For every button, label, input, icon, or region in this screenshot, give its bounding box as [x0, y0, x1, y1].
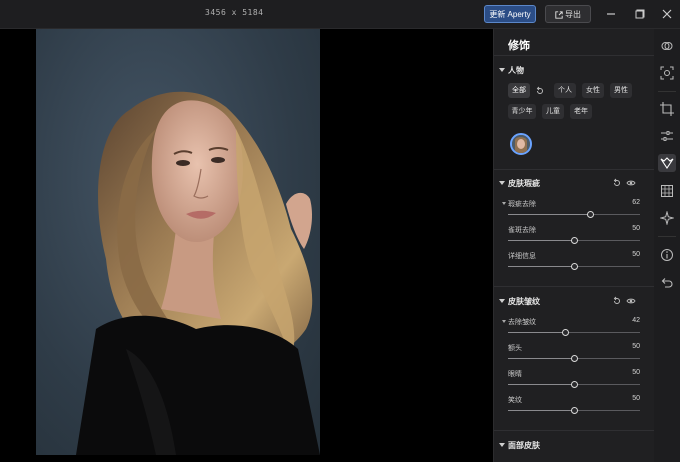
collapse-caret-icon[interactable]: [499, 68, 505, 72]
slider-label-eyes: 眼睛: [508, 371, 522, 378]
slider-thumb[interactable]: [571, 263, 578, 270]
slider-freckle-removal[interactable]: [508, 237, 640, 244]
reset-icon[interactable]: [612, 178, 622, 188]
slider-value-forehead[interactable]: 50: [632, 343, 640, 350]
slider-smile-lines[interactable]: [508, 407, 640, 414]
face-detect-icon[interactable]: [660, 66, 674, 80]
export-icon: [555, 11, 563, 19]
divider: [494, 286, 654, 287]
slider-wrinkle-removal[interactable]: [508, 329, 640, 336]
divider: [658, 91, 676, 92]
portrait-illustration: [76, 91, 320, 455]
slider-value-wrinkle-removal[interactable]: 42: [632, 317, 640, 324]
slider-label-wrinkle-removal: 去除皱纹: [508, 319, 536, 326]
adjustments-icon[interactable]: [660, 129, 674, 143]
visibility-eye-icon[interactable]: [626, 178, 636, 188]
slider-value-freckle-removal[interactable]: 50: [632, 225, 640, 232]
image-canvas[interactable]: [0, 29, 493, 462]
close-icon[interactable]: [660, 7, 674, 21]
filter-child[interactable]: 儿童: [542, 104, 564, 119]
divider: [494, 430, 654, 431]
slider-blemish-removal[interactable]: [508, 211, 640, 218]
restore-icon[interactable]: [633, 7, 647, 21]
slider-thumb[interactable]: [571, 407, 578, 414]
section-title-face-skin: 面部皮肤: [508, 441, 540, 450]
slider-eyes[interactable]: [508, 381, 640, 388]
portrait-photo: [36, 29, 320, 455]
collapse-caret-icon[interactable]: [499, 443, 505, 447]
slider-label-detail: 详细信息: [508, 253, 536, 260]
filter-female[interactable]: 女性: [582, 83, 604, 98]
filter-male[interactable]: 男性: [610, 83, 632, 98]
magic-sparkle-icon[interactable]: [660, 211, 674, 225]
export-label: 导出: [565, 10, 581, 19]
export-button[interactable]: 导出: [545, 5, 591, 23]
expand-caret-icon[interactable]: [502, 320, 506, 323]
divider: [494, 55, 654, 56]
slider-thumb[interactable]: [587, 211, 594, 218]
slider-thumb[interactable]: [562, 329, 569, 336]
visibility-eye-icon[interactable]: [626, 296, 636, 306]
reset-icon[interactable]: [535, 86, 545, 96]
update-aperty-button[interactable]: 更新 Aperty: [484, 5, 536, 23]
section-title-skin-wrinkles: 皮肤皱纹: [508, 297, 540, 306]
slider-label-forehead: 额头: [508, 345, 522, 352]
slider-label-smile-lines: 笑纹: [508, 397, 522, 404]
title-bar: 3456 x 5184 更新 Aperty 导出: [0, 0, 680, 29]
retouch-panel: 修饰 人物 全部 个人 女性 男性 青少年 儿童 老年 皮肤瑕疵 瑕疵去除 62…: [493, 29, 655, 462]
collapse-caret-icon[interactable]: [499, 181, 505, 185]
panel-title: 修饰: [508, 40, 530, 52]
collapse-caret-icon[interactable]: [499, 299, 505, 303]
expand-caret-icon[interactable]: [502, 202, 506, 205]
slider-thumb[interactable]: [571, 237, 578, 244]
slider-value-blemish-removal[interactable]: 62: [632, 199, 640, 206]
slider-detail[interactable]: [508, 263, 640, 270]
reset-icon[interactable]: [612, 296, 622, 306]
grid-icon[interactable]: [660, 184, 674, 198]
slider-label-freckle-removal: 雀斑去除: [508, 227, 536, 234]
divider: [494, 169, 654, 170]
undo-icon[interactable]: [660, 276, 674, 290]
filter-teen[interactable]: 青少年: [508, 104, 536, 119]
face-thumbnail: [512, 135, 530, 153]
tool-rail: [654, 29, 680, 462]
section-title-people: 人物: [508, 66, 524, 75]
filter-all[interactable]: 全部: [508, 83, 530, 98]
filter-elderly[interactable]: 老年: [570, 104, 592, 119]
section-title-skin-blemish: 皮肤瑕疵: [508, 179, 540, 188]
divider: [658, 236, 676, 237]
slider-thumb[interactable]: [571, 355, 578, 362]
slider-forehead[interactable]: [508, 355, 640, 362]
info-icon[interactable]: [660, 248, 674, 262]
slider-value-eyes[interactable]: 50: [632, 369, 640, 376]
retouch-face-icon: [660, 157, 674, 169]
layers-icon[interactable]: [660, 39, 674, 53]
crop-icon[interactable]: [660, 102, 674, 116]
slider-value-smile-lines[interactable]: 50: [632, 395, 640, 402]
image-dimensions: 3456 x 5184: [205, 8, 264, 17]
slider-label-blemish-removal: 瑕疵去除: [508, 201, 536, 208]
filter-individual[interactable]: 个人: [554, 83, 576, 98]
retouch-tool-active[interactable]: [658, 154, 676, 172]
detected-face-avatar[interactable]: [510, 133, 532, 155]
slider-value-detail[interactable]: 50: [632, 251, 640, 258]
minimize-icon[interactable]: [604, 7, 618, 21]
slider-thumb[interactable]: [571, 381, 578, 388]
